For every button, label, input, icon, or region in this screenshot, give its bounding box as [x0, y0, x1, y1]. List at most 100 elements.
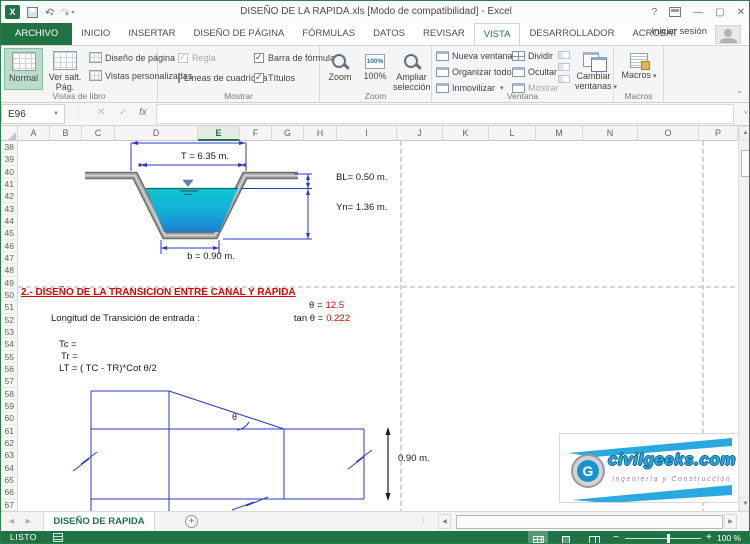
button-nueva-ventana[interactable]: Nueva ventana — [436, 51, 513, 61]
ribbon-tab-inicio[interactable]: INICIO — [72, 23, 119, 45]
formula-input[interactable] — [156, 104, 734, 124]
row-header-62[interactable]: 62 — [1, 437, 17, 449]
row-header-50[interactable]: 50 — [1, 289, 17, 301]
ribbon-tab-diseño-de-página[interactable]: DISEÑO DE PÁGINA — [185, 23, 294, 45]
page-break-status-button[interactable] — [584, 531, 604, 544]
sheet-tab-diseno-de-rapida[interactable]: DISEÑO DE RAPIDA — [43, 512, 155, 531]
row-header-61[interactable]: 61 — [1, 425, 17, 437]
column-header-L[interactable]: L — [489, 126, 536, 141]
row-header-44[interactable]: 44 — [1, 215, 17, 227]
zoom-100-button[interactable]: 100% — [359, 48, 391, 90]
row-header-54[interactable]: 54 — [1, 338, 17, 350]
normal-view-status-button[interactable] — [528, 531, 548, 544]
row-header-49[interactable]: 49 — [1, 277, 17, 289]
insert-function-icon[interactable]: fx — [139, 107, 147, 118]
vertical-scrollbar[interactable]: ▲ ▼ — [738, 126, 750, 511]
column-header-A[interactable]: A — [18, 126, 50, 141]
ribbon-tab-revisar[interactable]: REVISAR — [414, 23, 474, 45]
ribbon-tab-insertar[interactable]: INSERTAR — [119, 23, 184, 45]
ribbon-tab-archivo[interactable]: ARCHIVO — [1, 23, 72, 45]
scroll-right-icon[interactable]: ▶ — [724, 514, 737, 529]
transition-plan-drawing[interactable] — [73, 391, 372, 511]
column-header-M[interactable]: M — [536, 126, 583, 141]
sheet-nav-arrows[interactable]: ◄► — [7, 516, 41, 526]
row-header-48[interactable]: 48 — [1, 264, 17, 276]
ribbon-tab-datos[interactable]: DATOS — [364, 23, 414, 45]
zoom-slider-track[interactable] — [625, 538, 701, 539]
column-header-H[interactable]: H — [304, 126, 337, 141]
checkbox-regla[interactable]: Regla — [178, 53, 248, 63]
column-header-D[interactable]: D — [115, 126, 198, 141]
row-header-66[interactable]: 66 — [1, 486, 17, 498]
column-header-C[interactable]: C — [82, 126, 115, 141]
row-header-60[interactable]: 60 — [1, 412, 17, 424]
horizontal-scrollbar[interactable]: ◀ ▶ — [438, 513, 738, 530]
zoom-percentage[interactable]: 100 % — [717, 533, 741, 543]
name-box-dropdown-icon[interactable]: ▼ — [53, 111, 59, 117]
row-header-64[interactable]: 64 — [1, 462, 17, 474]
row-header-52[interactable]: 52 — [1, 314, 17, 326]
ribbon-display-options-icon[interactable] — [669, 7, 681, 17]
row-header-56[interactable]: 56 — [1, 363, 17, 375]
watermark-logo[interactable]: G civilgeeks.com Ingeniería y Construcci… — [559, 433, 738, 503]
select-all-corner[interactable] — [1, 126, 18, 141]
zoom-button[interactable]: Zoom — [323, 48, 357, 90]
zoom-slider-thumb[interactable] — [667, 534, 670, 543]
row-header-59[interactable]: 59 — [1, 400, 17, 412]
row-header-57[interactable]: 57 — [1, 375, 17, 387]
sheet-canvas[interactable]: T = 6.35 m. BL= 0.50 m. Yn= 1.36 m. b = … — [18, 141, 738, 511]
column-header-N[interactable]: N — [583, 126, 638, 141]
horizontal-scroll-thumb[interactable] — [456, 515, 723, 529]
row-header-65[interactable]: 65 — [1, 474, 17, 486]
row-header-51[interactable]: 51 — [1, 301, 17, 313]
column-header-K[interactable]: K — [443, 126, 489, 141]
sign-in-link[interactable]: Iniciar sesión — [652, 26, 707, 37]
enter-formula-icon[interactable]: ✓ — [119, 107, 127, 118]
page-layout-status-button[interactable] — [556, 531, 576, 544]
tab-splitter[interactable]: ⁞ — [422, 515, 425, 525]
column-header-I[interactable]: I — [337, 126, 397, 141]
row-header-38[interactable]: 38 — [1, 141, 17, 153]
column-header-P[interactable]: P — [699, 126, 738, 141]
row-header-67[interactable]: 67 — [1, 499, 17, 511]
row-header-45[interactable]: 45 — [1, 227, 17, 239]
checkbox-líneas-de-cuadrícula[interactable]: Líneas de cuadrícula — [178, 73, 248, 83]
column-header-G[interactable]: G — [272, 126, 304, 141]
column-header-E[interactable]: E — [198, 126, 240, 141]
ribbon-tab-desarrollador[interactable]: DESARROLLADOR — [520, 23, 623, 45]
help-icon[interactable]: ? — [652, 7, 658, 18]
macros-button[interactable]: Macros — [620, 48, 658, 90]
scroll-up-icon[interactable]: ▲ — [739, 126, 750, 140]
row-header-53[interactable]: 53 — [1, 326, 17, 338]
scroll-down-icon[interactable]: ▼ — [739, 497, 750, 511]
zoom-to-selection-button[interactable]: Ampliarselección — [393, 48, 430, 90]
column-header-F[interactable]: F — [240, 126, 272, 141]
row-header-42[interactable]: 42 — [1, 190, 17, 202]
user-avatar[interactable] — [715, 25, 741, 44]
reset-window-position-icon[interactable] — [558, 75, 570, 83]
cancel-formula-icon[interactable]: ✕ — [97, 107, 105, 118]
minimize-icon[interactable]: — — [693, 7, 703, 18]
column-header-J[interactable]: J — [397, 126, 443, 141]
zoom-out-icon[interactable]: − — [613, 532, 619, 543]
view-side-by-side-icon[interactable] — [558, 51, 570, 59]
zoom-in-icon[interactable]: + — [706, 532, 712, 543]
button-organizar-todo[interactable]: Organizar todo — [436, 67, 512, 77]
column-header-O[interactable]: O — [638, 126, 699, 141]
row-header-58[interactable]: 58 — [1, 388, 17, 400]
row-header-43[interactable]: 43 — [1, 203, 17, 215]
row-header-46[interactable]: 46 — [1, 240, 17, 252]
close-icon[interactable]: ✕ — [737, 7, 745, 18]
ribbon-tab-fórmulas[interactable]: FÓRMULAS — [293, 23, 364, 45]
row-header-55[interactable]: 55 — [1, 351, 17, 363]
maximize-icon[interactable]: ▢ — [715, 7, 724, 18]
ribbon-tab-vista[interactable]: VISTA — [474, 23, 521, 45]
collapse-ribbon-icon[interactable]: ⌃ — [736, 90, 743, 99]
row-header-63[interactable]: 63 — [1, 449, 17, 461]
record-macro-icon[interactable] — [53, 533, 63, 542]
scroll-left-icon[interactable]: ◀ — [438, 514, 451, 529]
button-ocultar[interactable]: Ocultar — [512, 67, 557, 77]
row-header-47[interactable]: 47 — [1, 252, 17, 264]
button-dividir[interactable]: Dividir — [512, 51, 553, 61]
normal-view-button[interactable]: Normal — [4, 48, 43, 90]
